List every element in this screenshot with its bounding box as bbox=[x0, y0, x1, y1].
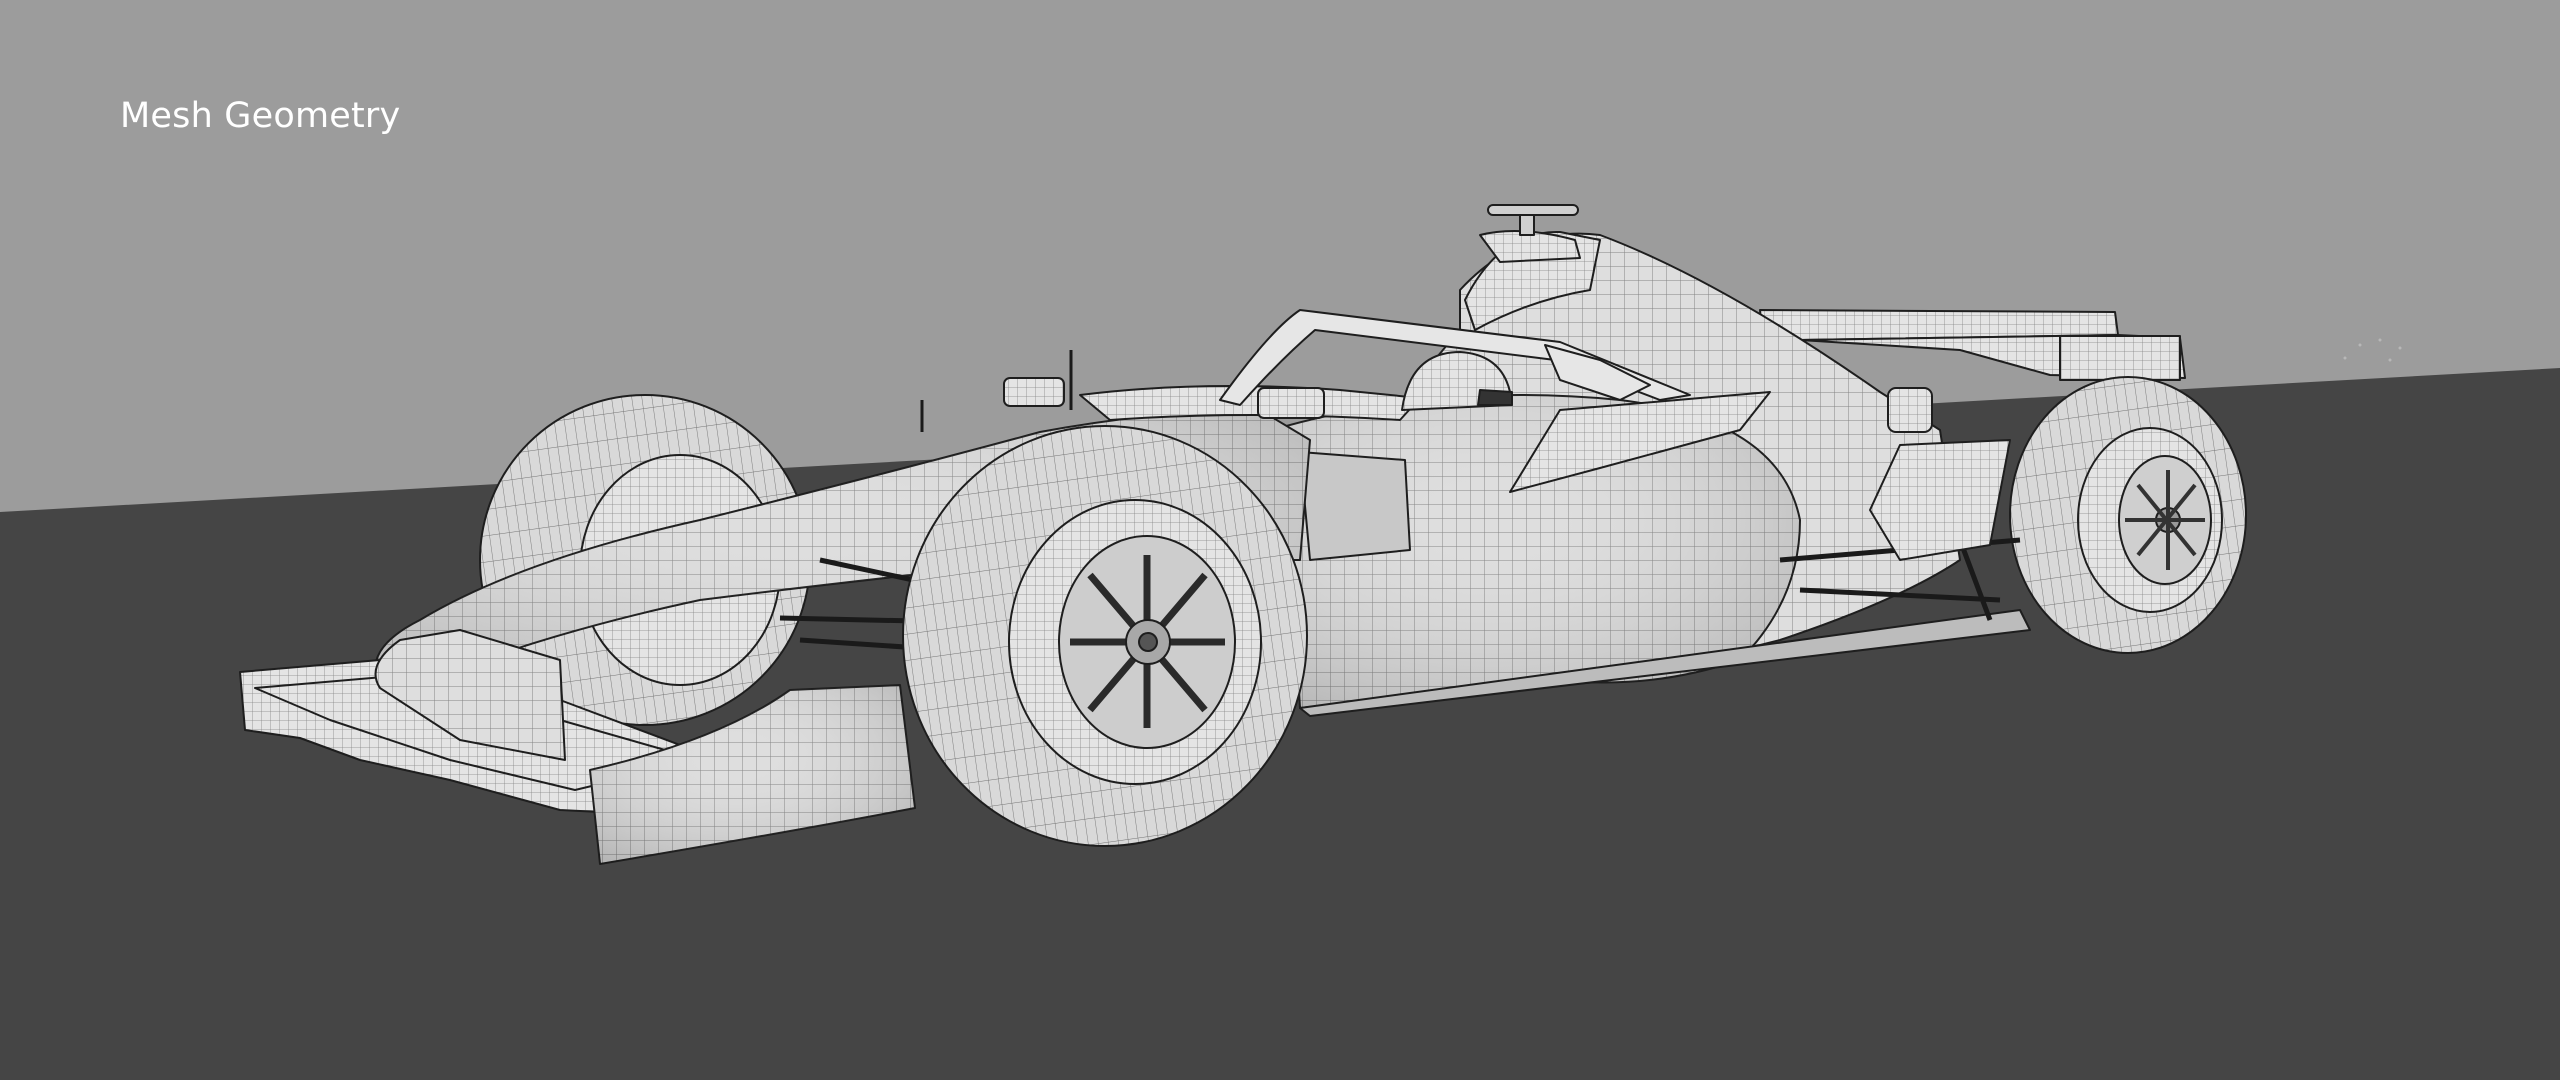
rear-tyre-near[interactable] bbox=[2010, 378, 2246, 658]
mirror-right[interactable] bbox=[1257, 387, 1325, 419]
mirror-left[interactable] bbox=[1003, 377, 1065, 407]
viewport-canvas[interactable] bbox=[0, 0, 2560, 1080]
mirror-rear[interactable] bbox=[1887, 387, 1933, 433]
viewport-label: Mesh Geometry bbox=[120, 96, 401, 136]
sidepod-inlet[interactable] bbox=[1299, 451, 1411, 561]
front-tyre-near[interactable] bbox=[902, 425, 1308, 847]
onboard-camera[interactable] bbox=[1487, 204, 1579, 216]
rear-wing-endplate[interactable] bbox=[2059, 335, 2181, 381]
